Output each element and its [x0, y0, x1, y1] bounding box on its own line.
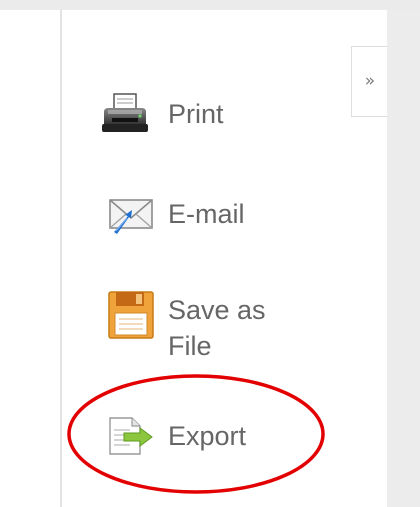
- save-as-file-menu-item[interactable]: Save as File: [92, 284, 292, 374]
- save-as-file-label: Save as File: [168, 295, 266, 361]
- right-content-area: [387, 10, 420, 507]
- printer-icon: [92, 86, 158, 144]
- share-panel: » Print E-mail Save as File Export: [0, 0, 420, 507]
- export-label: Export: [168, 421, 247, 451]
- email-menu-item[interactable]: E-mail: [92, 186, 272, 244]
- email-label: E-mail: [168, 199, 245, 229]
- print-menu-item[interactable]: Print: [92, 86, 252, 144]
- collapse-panel-button[interactable]: »: [351, 46, 387, 117]
- email-envelope-icon: [92, 186, 158, 244]
- floppy-disk-icon: [92, 286, 158, 344]
- print-label: Print: [168, 99, 224, 129]
- export-menu-item[interactable]: Export: [92, 406, 272, 464]
- double-chevron-right-icon: »: [364, 71, 376, 91]
- top-strip: [0, 0, 420, 10]
- panel-left-divider: [60, 10, 62, 507]
- export-document-icon: [92, 406, 158, 464]
